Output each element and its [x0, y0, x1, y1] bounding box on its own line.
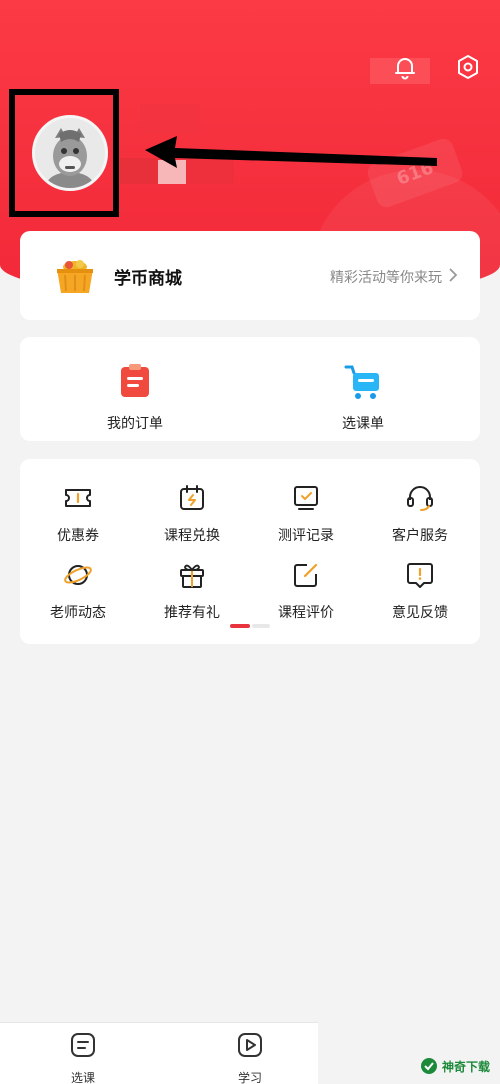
calendar-exchange-icon [180, 485, 204, 510]
feedback-icon [407, 563, 433, 588]
cart-icon [344, 365, 379, 399]
page-indicator-inactive [252, 624, 270, 628]
edit-icon [294, 563, 318, 587]
course-cart-button[interactable]: 选课单 [303, 361, 423, 433]
watermark: 神奇下载 [420, 1052, 490, 1080]
my-orders-label: 我的订单 [107, 416, 163, 432]
headset-icon [407, 486, 433, 511]
services-card: 优惠券 课程兑换 测评记录 客户服务 老师动态 推荐有礼 课程评价 意见反馈 [20, 459, 480, 644]
nav-study[interactable]: 学习 [210, 1031, 290, 1084]
nav-course-select[interactable]: 选课 [43, 1031, 123, 1084]
feedback-label: 意见反馈 [392, 605, 448, 621]
list-icon [71, 1033, 95, 1057]
coin-mall-subtitle: 精彩活动等你来玩 [330, 270, 442, 286]
order-icon [121, 364, 149, 397]
nav-course-select-label: 选课 [70, 1071, 95, 1084]
pointer-arrow [145, 136, 437, 168]
basket-icon [57, 260, 93, 293]
coupon-icon [65, 489, 91, 507]
course-exchange-label: 课程兑换 [164, 528, 220, 544]
course-exchange-button[interactable]: 课程兑换 [142, 483, 242, 545]
page-indicator [230, 624, 270, 628]
avatar-highlight-box [9, 89, 119, 217]
coin-mall-card[interactable]: 学币商城 精彩活动等你来玩 [20, 231, 480, 320]
assessment-records-label: 测评记录 [278, 528, 334, 544]
feedback-button[interactable]: 意见反馈 [370, 560, 470, 622]
course-cart-label: 选课单 [342, 416, 384, 432]
assessment-icon [294, 486, 318, 510]
teacher-updates-button[interactable]: 老师动态 [28, 560, 128, 622]
settings-icon [458, 55, 478, 79]
chevron-right-icon [449, 268, 458, 282]
page-indicator-active [230, 624, 250, 628]
course-review-button[interactable]: 课程评价 [256, 560, 356, 622]
my-orders-button[interactable]: 我的订单 [75, 361, 195, 433]
referral-gift-label: 推荐有礼 [164, 605, 220, 621]
course-review-label: 课程评价 [278, 605, 334, 621]
nav-study-label: 学习 [237, 1071, 262, 1084]
coupon-label: 优惠券 [57, 528, 99, 544]
assessment-records-button[interactable]: 测评记录 [256, 483, 356, 545]
watermark-text: 神奇下载 [442, 1059, 491, 1074]
customer-service-label: 客户服务 [392, 528, 448, 544]
avatar-mascot-icon [46, 128, 94, 188]
customer-service-button[interactable]: 客户服务 [370, 483, 470, 545]
orders-card: 我的订单 选课单 [20, 337, 480, 441]
referral-gift-button[interactable]: 推荐有礼 [142, 560, 242, 622]
planet-icon [64, 565, 92, 585]
bottom-nav: 选课 学习 [0, 1022, 318, 1084]
coupon-button[interactable]: 优惠券 [28, 483, 128, 545]
notification-bell-button[interactable] [390, 52, 420, 82]
gift-icon [180, 564, 204, 588]
teacher-updates-label: 老师动态 [50, 605, 106, 621]
avatar[interactable] [32, 115, 108, 191]
watermark-logo-icon [421, 1058, 437, 1074]
settings-button[interactable] [453, 52, 483, 82]
coin-mall-title: 学币商城 [114, 269, 182, 289]
play-icon [238, 1033, 262, 1057]
bell-icon [395, 58, 415, 80]
